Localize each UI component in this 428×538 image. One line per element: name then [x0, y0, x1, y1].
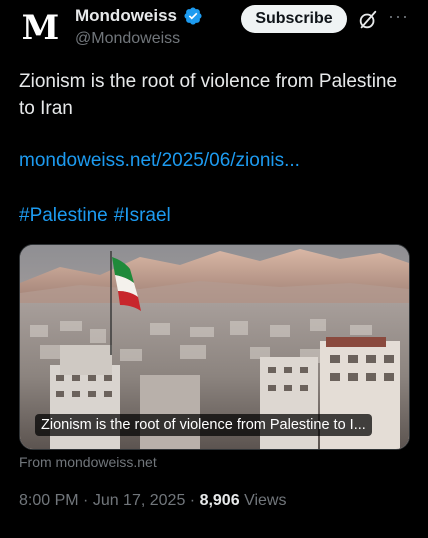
author-name[interactable]: Mondoweiss [75, 6, 177, 26]
post-time[interactable]: 8:00 PM [19, 492, 79, 509]
views-count: 8,906 [199, 492, 240, 509]
hashtags: #Palestine #Israel [19, 205, 171, 227]
author-handle[interactable]: @Mondoweiss [75, 30, 180, 48]
post-link[interactable]: mondoweiss.net/2025/06/zionis... [19, 150, 300, 172]
more-options-button[interactable]: ··· [388, 6, 409, 27]
verified-badge-icon[interactable] [183, 6, 203, 26]
meta-separator-2: · [185, 492, 200, 509]
post-date[interactable]: Jun 17, 2025 [93, 492, 186, 509]
link-card[interactable]: Zionism is the root of violence from Pal… [19, 244, 410, 450]
post-metadata: 8:00 PM · Jun 17, 2025 · 8,906 Views [19, 492, 286, 510]
hashtag-palestine[interactable]: #Palestine [19, 205, 108, 226]
hashtag-israel[interactable]: #Israel [114, 205, 171, 226]
subscribe-button[interactable]: Subscribe [241, 5, 347, 33]
views-label: Views [244, 492, 287, 509]
post-text: Zionism is the root of violence from Pal… [19, 71, 398, 119]
grok-icon[interactable] [357, 9, 379, 31]
card-source[interactable]: From mondoweiss.net [19, 454, 157, 470]
card-caption: Zionism is the root of violence from Pal… [35, 414, 372, 436]
meta-separator: · [78, 492, 93, 509]
avatar[interactable]: M [18, 6, 62, 50]
author-name-row: Mondoweiss [75, 6, 203, 26]
avatar-letter: M [21, 8, 60, 48]
